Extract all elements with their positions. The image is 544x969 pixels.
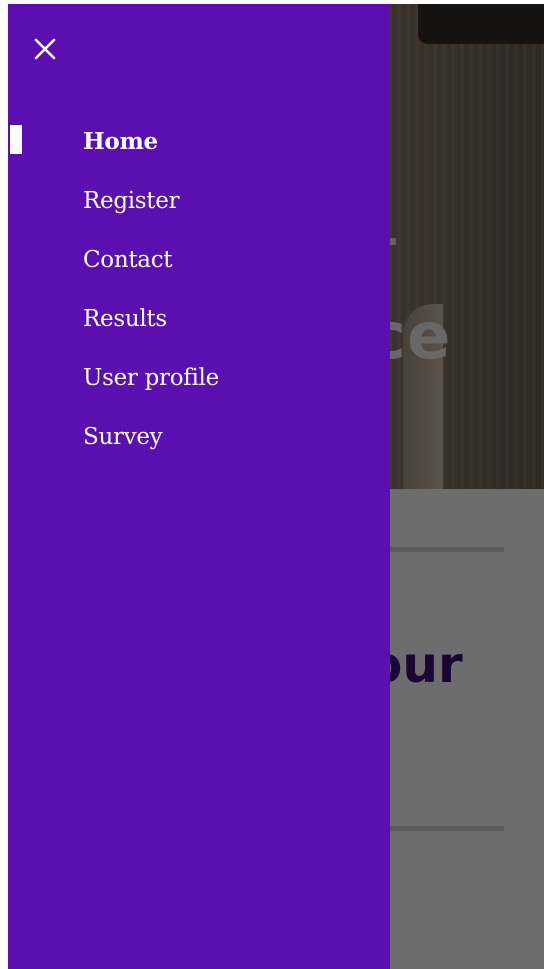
viewport: ce our Home Register Contact xyxy=(0,0,544,969)
nav-drawer: Home Register Contact Results User profi… xyxy=(8,4,390,969)
nav-item-label: Register xyxy=(83,187,180,214)
nav-item-label: Home xyxy=(83,128,158,155)
nav-item-label: Results xyxy=(83,305,167,332)
active-indicator xyxy=(10,125,22,154)
nav-item-contact[interactable]: Contact xyxy=(8,230,390,289)
nav-item-label: Survey xyxy=(83,423,163,450)
nav-item-label: Contact xyxy=(83,246,173,273)
nav-item-survey[interactable]: Survey xyxy=(8,407,390,466)
close-icon xyxy=(34,38,56,60)
nav-menu: Home Register Contact Results User profi… xyxy=(8,112,390,466)
nav-item-home[interactable]: Home xyxy=(8,112,390,171)
nav-item-results[interactable]: Results xyxy=(8,289,390,348)
close-button[interactable] xyxy=(28,32,62,66)
nav-item-user-profile[interactable]: User profile xyxy=(8,348,390,407)
nav-item-register[interactable]: Register xyxy=(8,171,390,230)
nav-item-label: User profile xyxy=(83,364,219,391)
